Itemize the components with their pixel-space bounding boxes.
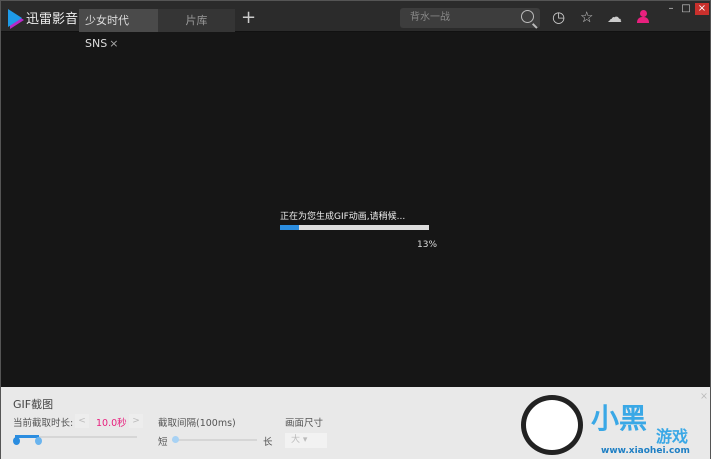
close-button[interactable]: × xyxy=(695,3,709,15)
tab-library[interactable]: 片库 xyxy=(158,9,235,32)
logo-icon xyxy=(8,8,22,27)
tab-label: 少女时代SNS xyxy=(85,14,129,50)
interval-long-label: 长 xyxy=(263,437,273,448)
new-tab-button[interactable]: + xyxy=(241,7,256,28)
size-value: 大 xyxy=(291,435,301,445)
gif-progress-bar xyxy=(280,225,429,230)
duration-label: 当前截取时长: xyxy=(13,418,74,429)
tab-video[interactable]: 少女时代SNS × xyxy=(79,9,158,50)
app-logo[interactable]: 迅雷影音 xyxy=(8,8,78,27)
interval-slider[interactable] xyxy=(172,436,257,443)
end-handle[interactable] xyxy=(35,437,42,445)
progress-fill xyxy=(280,225,300,230)
tab-close-icon[interactable]: × xyxy=(109,37,118,50)
minimize-button[interactable]: – xyxy=(664,3,678,15)
player-window: 迅雷影音 少女时代SNS × 片库 + 背水一战 ◷ ☆ ☁ – □ × 正在为您… xyxy=(0,0,711,459)
history-icon[interactable]: ◷ xyxy=(552,9,565,25)
gif-panel-title: GIF截图 xyxy=(13,398,54,411)
size-label: 画面尺寸 xyxy=(285,418,324,429)
size-select[interactable]: 大 ▾ xyxy=(285,433,327,448)
title-bar: 迅雷影音 少女时代SNS × 片库 + 背水一战 ◷ ☆ ☁ – □ × xyxy=(1,1,710,50)
watermark-logo: 小黑 游戏 www.xiaohei.com xyxy=(521,389,711,459)
interval-label: 截取间隔(100ms) xyxy=(158,418,236,429)
cloud-icon[interactable]: ☁ xyxy=(607,9,622,25)
duration-value: 10.0秒 xyxy=(96,418,127,429)
duration-slider[interactable] xyxy=(13,435,137,445)
duration-prev-button[interactable]: < xyxy=(75,414,89,428)
search-placeholder: 背水一战 xyxy=(410,12,450,23)
interval-handle[interactable] xyxy=(172,436,179,443)
gif-status-text: 正在为您生成GIF动画,请稍候... xyxy=(280,212,406,222)
progress-percent: 13% xyxy=(417,240,438,250)
star-icon[interactable]: ☆ xyxy=(580,9,593,25)
user-icon[interactable] xyxy=(637,10,649,23)
interval-short-label: 短 xyxy=(158,437,168,448)
search-input[interactable]: 背水一战 xyxy=(400,8,540,28)
duration-next-button[interactable]: > xyxy=(129,414,143,428)
start-handle[interactable] xyxy=(13,437,20,445)
app-name: 迅雷影音 xyxy=(26,12,79,27)
search-icon[interactable] xyxy=(521,10,534,23)
maximize-button[interactable]: □ xyxy=(679,3,693,15)
